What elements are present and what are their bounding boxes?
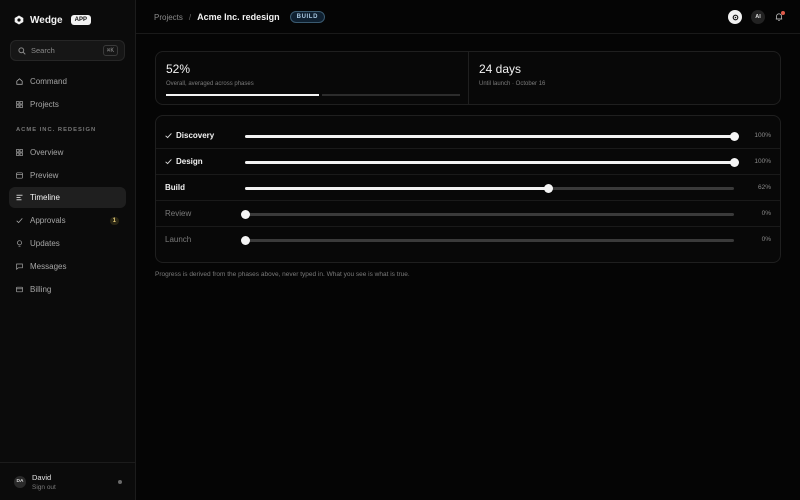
phase-name: Review [165, 209, 192, 218]
days-until-launch-caption: Until launch · October 16 [479, 81, 546, 87]
search-shortcut: ⌘K [102, 45, 118, 56]
phase-percent: 62% [757, 184, 771, 191]
check-icon [165, 132, 172, 139]
sidebar-item-label: Projects [30, 100, 59, 109]
sidebar-item-messages[interactable]: Messages [9, 256, 126, 277]
phase-row-review: Review 0% [156, 201, 780, 227]
topbar: Projects / Acme Inc. redesign BUILD AI [136, 0, 800, 34]
summary-divider [468, 52, 469, 104]
chat-icon [16, 263, 23, 270]
home-icon [16, 78, 23, 85]
phase-percent: 100% [754, 158, 771, 165]
overall-progress-gap [318, 94, 322, 96]
footnote: Progress is derived from the phases abov… [155, 271, 410, 278]
timeline-icon [16, 194, 23, 201]
brand[interactable]: Wedge APP [14, 12, 91, 28]
phase-slider-thumb[interactable] [241, 236, 250, 245]
status-badge: BUILD [289, 11, 326, 23]
phase-slider-thumb[interactable] [730, 132, 739, 141]
brand-badge: APP [70, 15, 91, 25]
notifications-button[interactable] [774, 11, 785, 22]
avatar: DA [14, 475, 26, 488]
overall-progress-caption: Overall, averaged across phases [166, 81, 254, 87]
sidebar-item-timeline[interactable]: Timeline [9, 187, 126, 208]
sidebar-item-approvals[interactable]: Approvals 1 [9, 210, 126, 231]
phase-slider[interactable] [245, 184, 734, 193]
overall-progress-value: 52% [166, 62, 191, 76]
check-icon [165, 158, 172, 165]
phase-slider[interactable] [241, 210, 734, 219]
overall-progress-fill [166, 94, 319, 96]
sidebar-item-label: Overview [30, 148, 64, 157]
phase-row-design: Design 100% [156, 149, 780, 175]
phase-slider-fill [245, 161, 734, 164]
phase-slider-fill [245, 135, 734, 138]
search-icon [18, 46, 26, 55]
phase-percent: 0% [761, 210, 771, 217]
brand-name: Wedge [30, 14, 63, 26]
search-input[interactable]: Search ⌘K [10, 40, 125, 61]
top-actions: AI [728, 10, 785, 24]
sidebar-item-command[interactable]: Command [9, 71, 126, 92]
summary-panel: 52% Overall, averaged across phases 24 d… [155, 51, 781, 105]
phase-slider-thumb[interactable] [544, 184, 554, 193]
overall-progress-bar [166, 94, 460, 96]
bulb-icon [16, 240, 23, 247]
gear-icon [732, 14, 738, 20]
sidebar-item-label: Billing [30, 285, 52, 294]
sidebar-item-preview[interactable]: Preview [9, 165, 126, 186]
page-title: Acme Inc. redesign [197, 12, 280, 22]
sidebar-item-label: Updates [30, 239, 60, 248]
grid-icon [16, 149, 23, 156]
phase-slider-thumb[interactable] [241, 210, 250, 219]
phase-name: Design [176, 157, 203, 166]
approvals-count-badge: 1 [109, 216, 119, 225]
phase-row-launch: Launch 0% [156, 227, 780, 253]
phase-slider-fill [245, 187, 549, 190]
project-section-label: ACME INC. REDESIGN [16, 127, 97, 133]
phase-row-build: Build 62% [156, 175, 780, 201]
user-info: David Sign out [32, 473, 112, 491]
days-until-launch-value: 24 days [479, 62, 522, 76]
phase-name: Discovery [176, 131, 215, 140]
phase-percent: 0% [761, 236, 771, 243]
grid-icon [16, 101, 23, 108]
phase-name: Launch [165, 235, 192, 244]
settings-button[interactable] [728, 10, 742, 24]
browser-icon [16, 172, 23, 179]
sidebar-item-updates[interactable]: Updates [9, 233, 126, 254]
sidebar-item-overview[interactable]: Overview [9, 142, 126, 163]
sign-out-link[interactable]: Sign out [32, 484, 112, 491]
breadcrumb: Projects / Acme Inc. redesign BUILD [154, 10, 326, 24]
phase-name: Build [165, 183, 185, 192]
phase-percent: 100% [754, 132, 771, 139]
sidebar-item-label: Messages [30, 262, 67, 271]
phases-panel: Discovery 100% Design 100% Build 62% Rev… [155, 115, 781, 263]
sidebar-item-projects[interactable]: Projects [9, 94, 126, 115]
user-name: David [32, 472, 52, 482]
sidebar: Wedge APP Search ⌘K Command Projects ACM… [0, 0, 136, 500]
breadcrumb-separator: / [188, 12, 192, 22]
phase-slider[interactable] [245, 132, 739, 141]
sidebar-item-label: Command [30, 77, 67, 86]
ai-button[interactable]: AI [751, 10, 765, 24]
check-icon [16, 217, 23, 224]
sidebar-item-billing[interactable]: Billing [9, 279, 126, 300]
notification-dot [781, 11, 785, 15]
phase-slider-thumb[interactable] [730, 158, 739, 167]
wedge-logo-icon [14, 15, 24, 25]
sidebar-item-label: Approvals [30, 216, 66, 225]
user-menu[interactable]: DA David Sign out [0, 462, 136, 500]
presence-dot-icon [118, 479, 122, 484]
breadcrumb-projects-link[interactable]: Projects [154, 13, 183, 22]
phase-slider[interactable] [245, 158, 739, 167]
search-placeholder: Search [31, 46, 55, 55]
phase-row-discovery: Discovery 100% [156, 123, 780, 149]
sidebar-item-label: Preview [30, 171, 59, 180]
card-icon [16, 286, 23, 293]
sidebar-item-label: Timeline [30, 193, 60, 202]
phase-slider[interactable] [241, 236, 734, 245]
